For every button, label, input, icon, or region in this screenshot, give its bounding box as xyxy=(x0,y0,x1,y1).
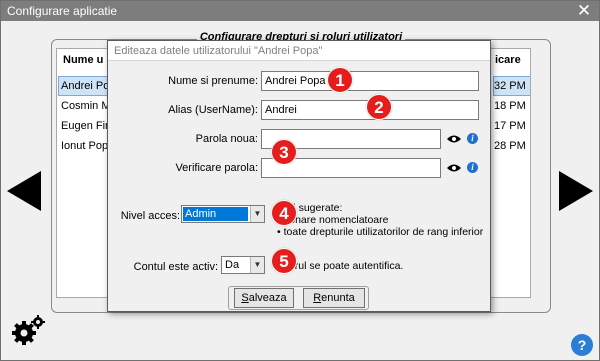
user-modified: 17 PM xyxy=(494,120,526,132)
gear-icon[interactable] xyxy=(10,313,46,349)
account-active-value: Da xyxy=(225,259,240,271)
access-level-label: Nivel acces: xyxy=(120,210,180,222)
save-button[interactable]: Salveaza xyxy=(234,288,294,308)
account-active-select[interactable]: Da ▼ xyxy=(221,256,265,274)
edit-user-dialog: Editeaza datele utilizatorului "Andrei P… xyxy=(107,40,491,312)
step-badge: 3 xyxy=(271,139,297,165)
name-input[interactable] xyxy=(261,71,479,91)
step-badge: 4 xyxy=(271,200,297,226)
save-mnemonic: S xyxy=(241,292,249,304)
verify-password-label: Verificare parola: xyxy=(175,162,258,174)
eye-icon[interactable] xyxy=(447,134,461,144)
name-label: Nume si prenume: xyxy=(168,75,258,87)
column-header-modified[interactable]: icare xyxy=(495,49,521,71)
access-hint-line: • toate drepturile utilizatorilor de ran… xyxy=(277,226,484,238)
cancel-label: enunta xyxy=(321,292,355,304)
window-close-button[interactable]: ✕ xyxy=(575,2,593,20)
info-icon[interactable]: i xyxy=(467,133,478,144)
info-icon[interactable]: i xyxy=(467,162,478,173)
cancel-button[interactable]: Renunta xyxy=(303,288,365,308)
chevron-down-icon: ▼ xyxy=(250,206,264,222)
dialog-title: Editeaza datele utilizatorului "Andrei P… xyxy=(108,41,490,61)
password-label: Parola noua: xyxy=(195,133,258,145)
user-modified: 32 PM xyxy=(493,76,530,96)
arrow-left-icon[interactable] xyxy=(7,171,41,211)
eye-icon[interactable] xyxy=(447,163,461,173)
user-modified: 28 PM xyxy=(494,140,526,152)
arrow-right-icon[interactable] xyxy=(559,171,593,211)
help-button[interactable]: ? xyxy=(571,334,593,356)
step-badge: 1 xyxy=(327,67,353,93)
step-badge: 2 xyxy=(366,94,392,120)
window-titlebar: Configurare aplicatie ✕ xyxy=(1,1,599,21)
user-modified: 18 PM xyxy=(494,100,526,112)
account-active-label: Contul este activ: xyxy=(133,261,218,273)
access-level-value: Admin xyxy=(183,207,248,221)
account-active-hint: torul se poate autentifica. xyxy=(286,260,404,272)
cancel-mnemonic: R xyxy=(313,292,322,304)
access-hint-line: tionare nomenclatoare xyxy=(284,214,389,226)
save-label: alveaza xyxy=(248,292,287,304)
window-title: Configurare aplicatie xyxy=(7,4,118,18)
column-header-name[interactable]: Nume u xyxy=(63,49,103,71)
alias-label: Alias (UserName): xyxy=(168,104,258,116)
access-level-select[interactable]: Admin ▼ xyxy=(181,205,265,223)
chevron-down-icon: ▼ xyxy=(250,257,264,273)
step-badge: 5 xyxy=(271,248,297,274)
